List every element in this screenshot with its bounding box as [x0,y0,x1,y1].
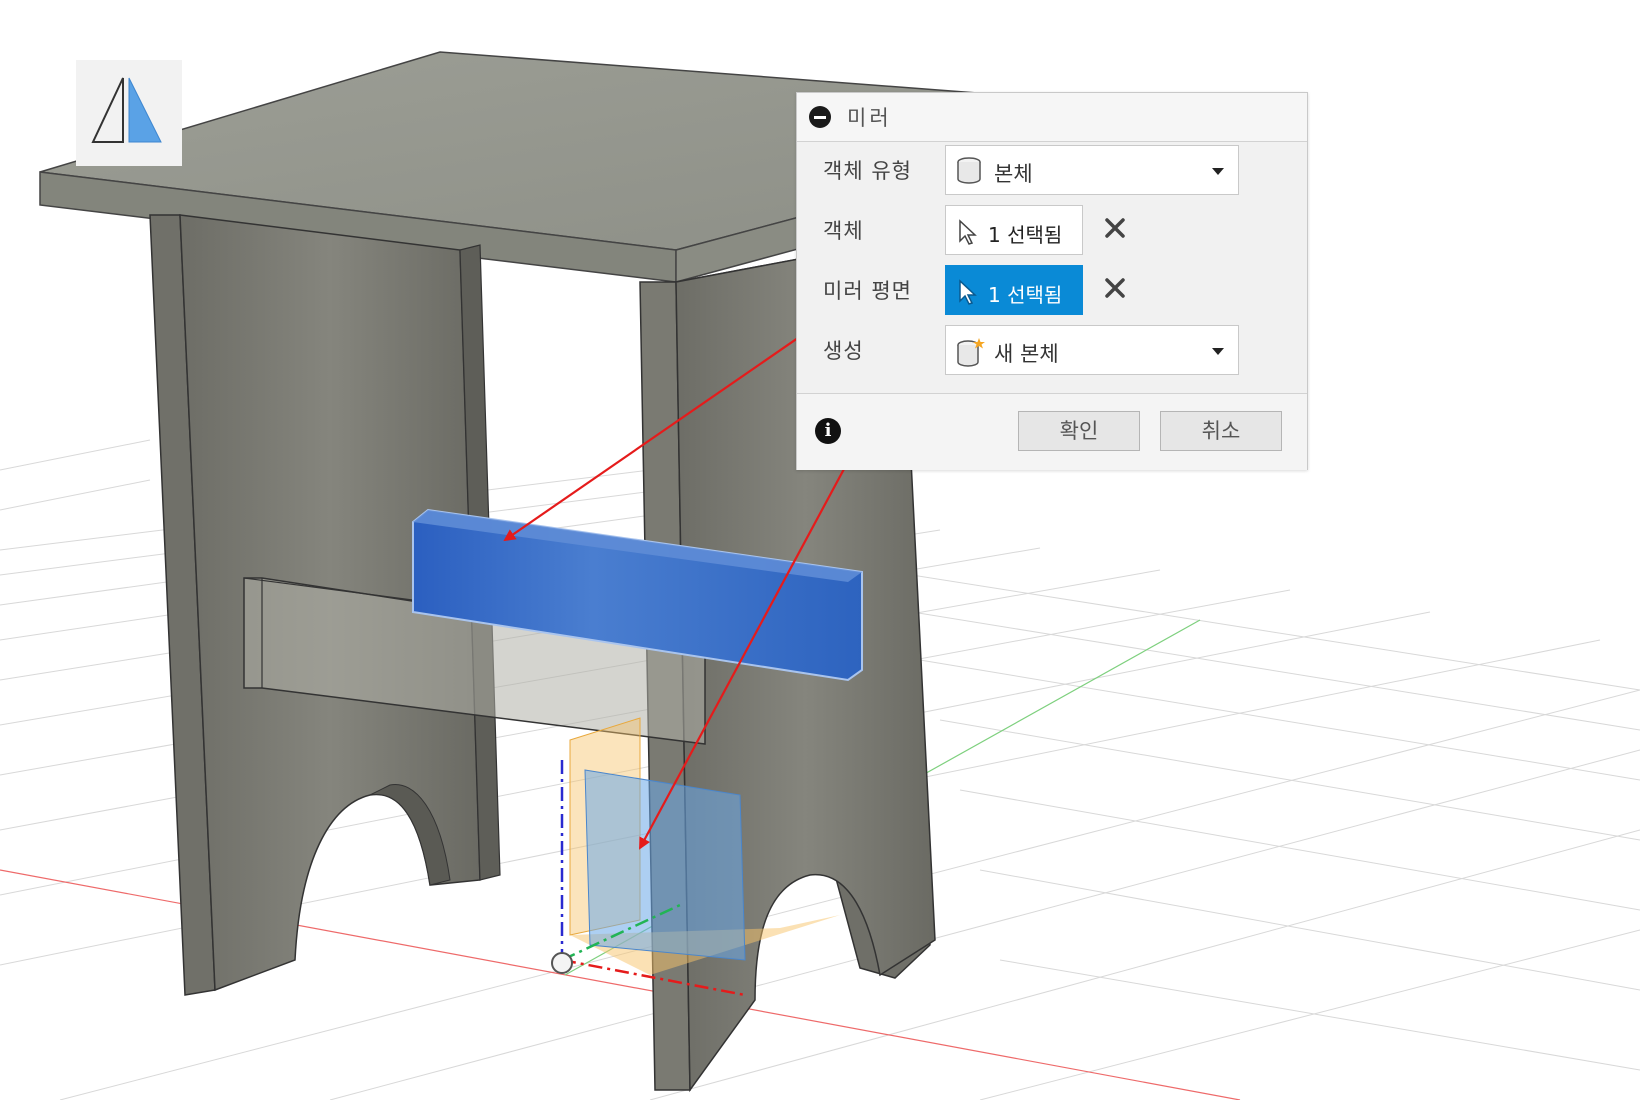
info-icon[interactable]: i [815,418,841,444]
row-object-type: 객체 유형 본체 [797,141,1307,197]
cursor-icon [958,219,980,249]
chevron-down-icon [1212,168,1224,175]
objects-label: 객체 [823,219,864,243]
ok-button[interactable]: 확인 [1018,411,1140,451]
origin-point[interactable] [551,952,573,974]
row-operation: 생성 새 본체 [797,321,1307,377]
dialog-title: 미러 [847,106,892,130]
chevron-down-icon [1212,348,1224,355]
mirror-plane-selector[interactable]: 1 선택됨 [945,265,1083,315]
operation-value: 새 본체 [994,342,1059,366]
collapse-icon[interactable] [809,106,831,128]
clear-mirror-plane-icon[interactable] [1102,275,1128,301]
operation-dropdown[interactable]: 새 본체 [945,325,1239,375]
operation-label: 생성 [823,339,864,363]
objects-selector[interactable]: 1 선택됨 [945,205,1083,255]
mirror-plane-label: 미러 평면 [823,279,912,303]
clear-objects-icon[interactable] [1102,215,1128,241]
objects-value: 1 선택됨 [988,223,1063,247]
object-type-dropdown[interactable]: 본체 [945,145,1239,195]
cursor-icon [958,279,980,309]
mirror-dialog: 미러 객체 유형 본체 객체 1 선택됨 미러 평면 1 선택됨 생성 새 본체… [796,92,1308,470]
mirror-tool-icon [76,60,182,166]
object-type-label: 객체 유형 [823,159,912,183]
body-icon [956,157,982,189]
mirror-plane-value: 1 선택됨 [988,283,1063,307]
new-body-icon [956,337,986,371]
cancel-button[interactable]: 취소 [1160,411,1282,451]
row-mirror-plane: 미러 평면 1 선택됨 [797,261,1307,317]
object-type-value: 본체 [994,162,1033,186]
dialog-header[interactable]: 미러 [797,93,1307,142]
row-objects: 객체 1 선택됨 [797,201,1307,257]
dialog-footer: i 확인 취소 [797,393,1307,470]
